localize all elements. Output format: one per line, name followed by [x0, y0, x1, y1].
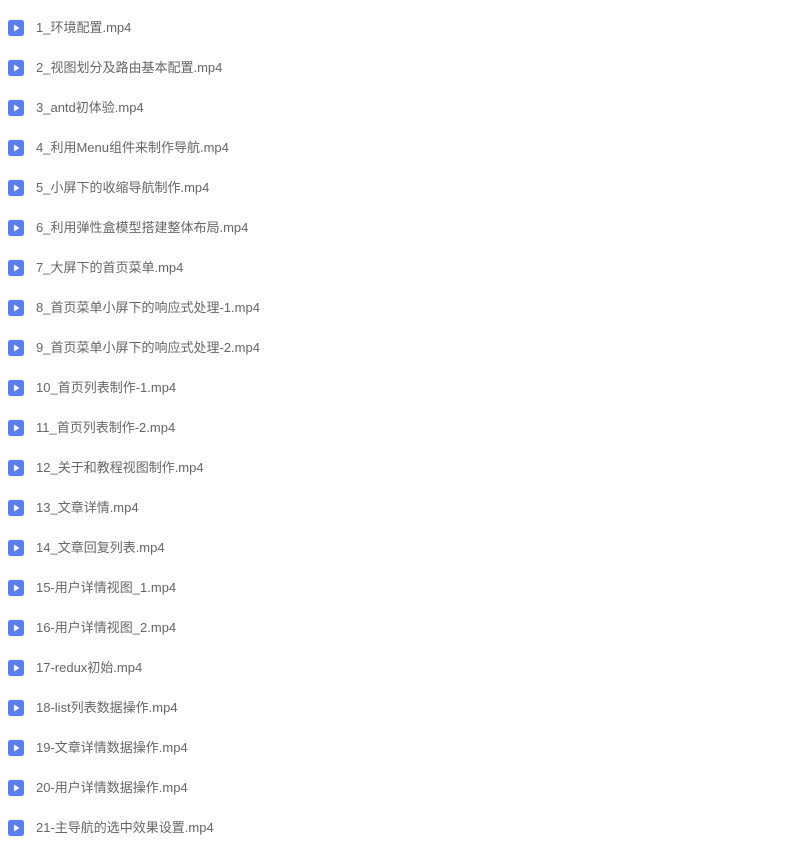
video-icon [8, 220, 24, 236]
file-name: 9_首页菜单小屏下的响应式处理-2.mp4 [36, 340, 260, 356]
file-item[interactable]: 16-用户详情视图_2.mp4 [6, 608, 794, 648]
file-name: 21-主导航的选中效果设置.mp4 [36, 820, 214, 836]
file-item[interactable]: 2_视图划分及路由基本配置.mp4 [6, 48, 794, 88]
file-name: 3_antd初体验.mp4 [36, 100, 144, 116]
file-item[interactable]: 6_利用弹性盒模型搭建整体布局.mp4 [6, 208, 794, 248]
video-icon [8, 260, 24, 276]
file-name: 4_利用Menu组件来制作导航.mp4 [36, 140, 229, 156]
file-name: 14_文章回复列表.mp4 [36, 540, 165, 556]
file-name: 18-list列表数据操作.mp4 [36, 700, 178, 716]
file-name: 17-redux初始.mp4 [36, 660, 142, 676]
file-name: 8_首页菜单小屏下的响应式处理-1.mp4 [36, 300, 260, 316]
video-icon [8, 60, 24, 76]
file-item[interactable]: 15-用户详情视图_1.mp4 [6, 568, 794, 608]
file-name: 16-用户详情视图_2.mp4 [36, 620, 176, 636]
video-icon [8, 20, 24, 36]
file-item[interactable]: 14_文章回复列表.mp4 [6, 528, 794, 568]
file-item[interactable]: 20-用户详情数据操作.mp4 [6, 768, 794, 808]
file-item[interactable]: 19-文章详情数据操作.mp4 [6, 728, 794, 768]
file-name: 1_环境配置.mp4 [36, 20, 131, 36]
video-icon [8, 300, 24, 316]
file-item[interactable]: 12_关于和教程视图制作.mp4 [6, 448, 794, 488]
file-item[interactable]: 11_首页列表制作-2.mp4 [6, 408, 794, 448]
video-icon [8, 140, 24, 156]
file-item[interactable]: 8_首页菜单小屏下的响应式处理-1.mp4 [6, 288, 794, 328]
file-name: 5_小屏下的收缩导航制作.mp4 [36, 180, 209, 196]
file-name: 10_首页列表制作-1.mp4 [36, 380, 176, 396]
file-name: 12_关于和教程视图制作.mp4 [36, 460, 204, 476]
video-icon [8, 700, 24, 716]
video-icon [8, 180, 24, 196]
file-item[interactable]: 21-主导航的选中效果设置.mp4 [6, 808, 794, 848]
file-name: 13_文章详情.mp4 [36, 500, 139, 516]
file-name: 11_首页列表制作-2.mp4 [36, 420, 175, 436]
file-item[interactable]: 10_首页列表制作-1.mp4 [6, 368, 794, 408]
video-icon [8, 540, 24, 556]
file-name: 15-用户详情视图_1.mp4 [36, 580, 176, 596]
file-name: 2_视图划分及路由基本配置.mp4 [36, 60, 222, 76]
file-item[interactable]: 3_antd初体验.mp4 [6, 88, 794, 128]
video-icon [8, 580, 24, 596]
file-item[interactable]: 7_大屏下的首页菜单.mp4 [6, 248, 794, 288]
file-item[interactable]: 9_首页菜单小屏下的响应式处理-2.mp4 [6, 328, 794, 368]
file-list: 1_环境配置.mp4 2_视图划分及路由基本配置.mp4 3_antd初体验.m… [6, 8, 794, 848]
video-icon [8, 100, 24, 116]
video-icon [8, 780, 24, 796]
file-name: 20-用户详情数据操作.mp4 [36, 780, 188, 796]
file-item[interactable]: 18-list列表数据操作.mp4 [6, 688, 794, 728]
video-icon [8, 460, 24, 476]
file-item[interactable]: 13_文章详情.mp4 [6, 488, 794, 528]
video-icon [8, 380, 24, 396]
file-name: 7_大屏下的首页菜单.mp4 [36, 260, 183, 276]
file-item[interactable]: 17-redux初始.mp4 [6, 648, 794, 688]
file-item[interactable]: 1_环境配置.mp4 [6, 8, 794, 48]
video-icon [8, 420, 24, 436]
video-icon [8, 820, 24, 836]
file-item[interactable]: 4_利用Menu组件来制作导航.mp4 [6, 128, 794, 168]
video-icon [8, 620, 24, 636]
file-item[interactable]: 5_小屏下的收缩导航制作.mp4 [6, 168, 794, 208]
file-name: 6_利用弹性盒模型搭建整体布局.mp4 [36, 220, 248, 236]
video-icon [8, 740, 24, 756]
video-icon [8, 340, 24, 356]
video-icon [8, 660, 24, 676]
file-name: 19-文章详情数据操作.mp4 [36, 740, 188, 756]
video-icon [8, 500, 24, 516]
